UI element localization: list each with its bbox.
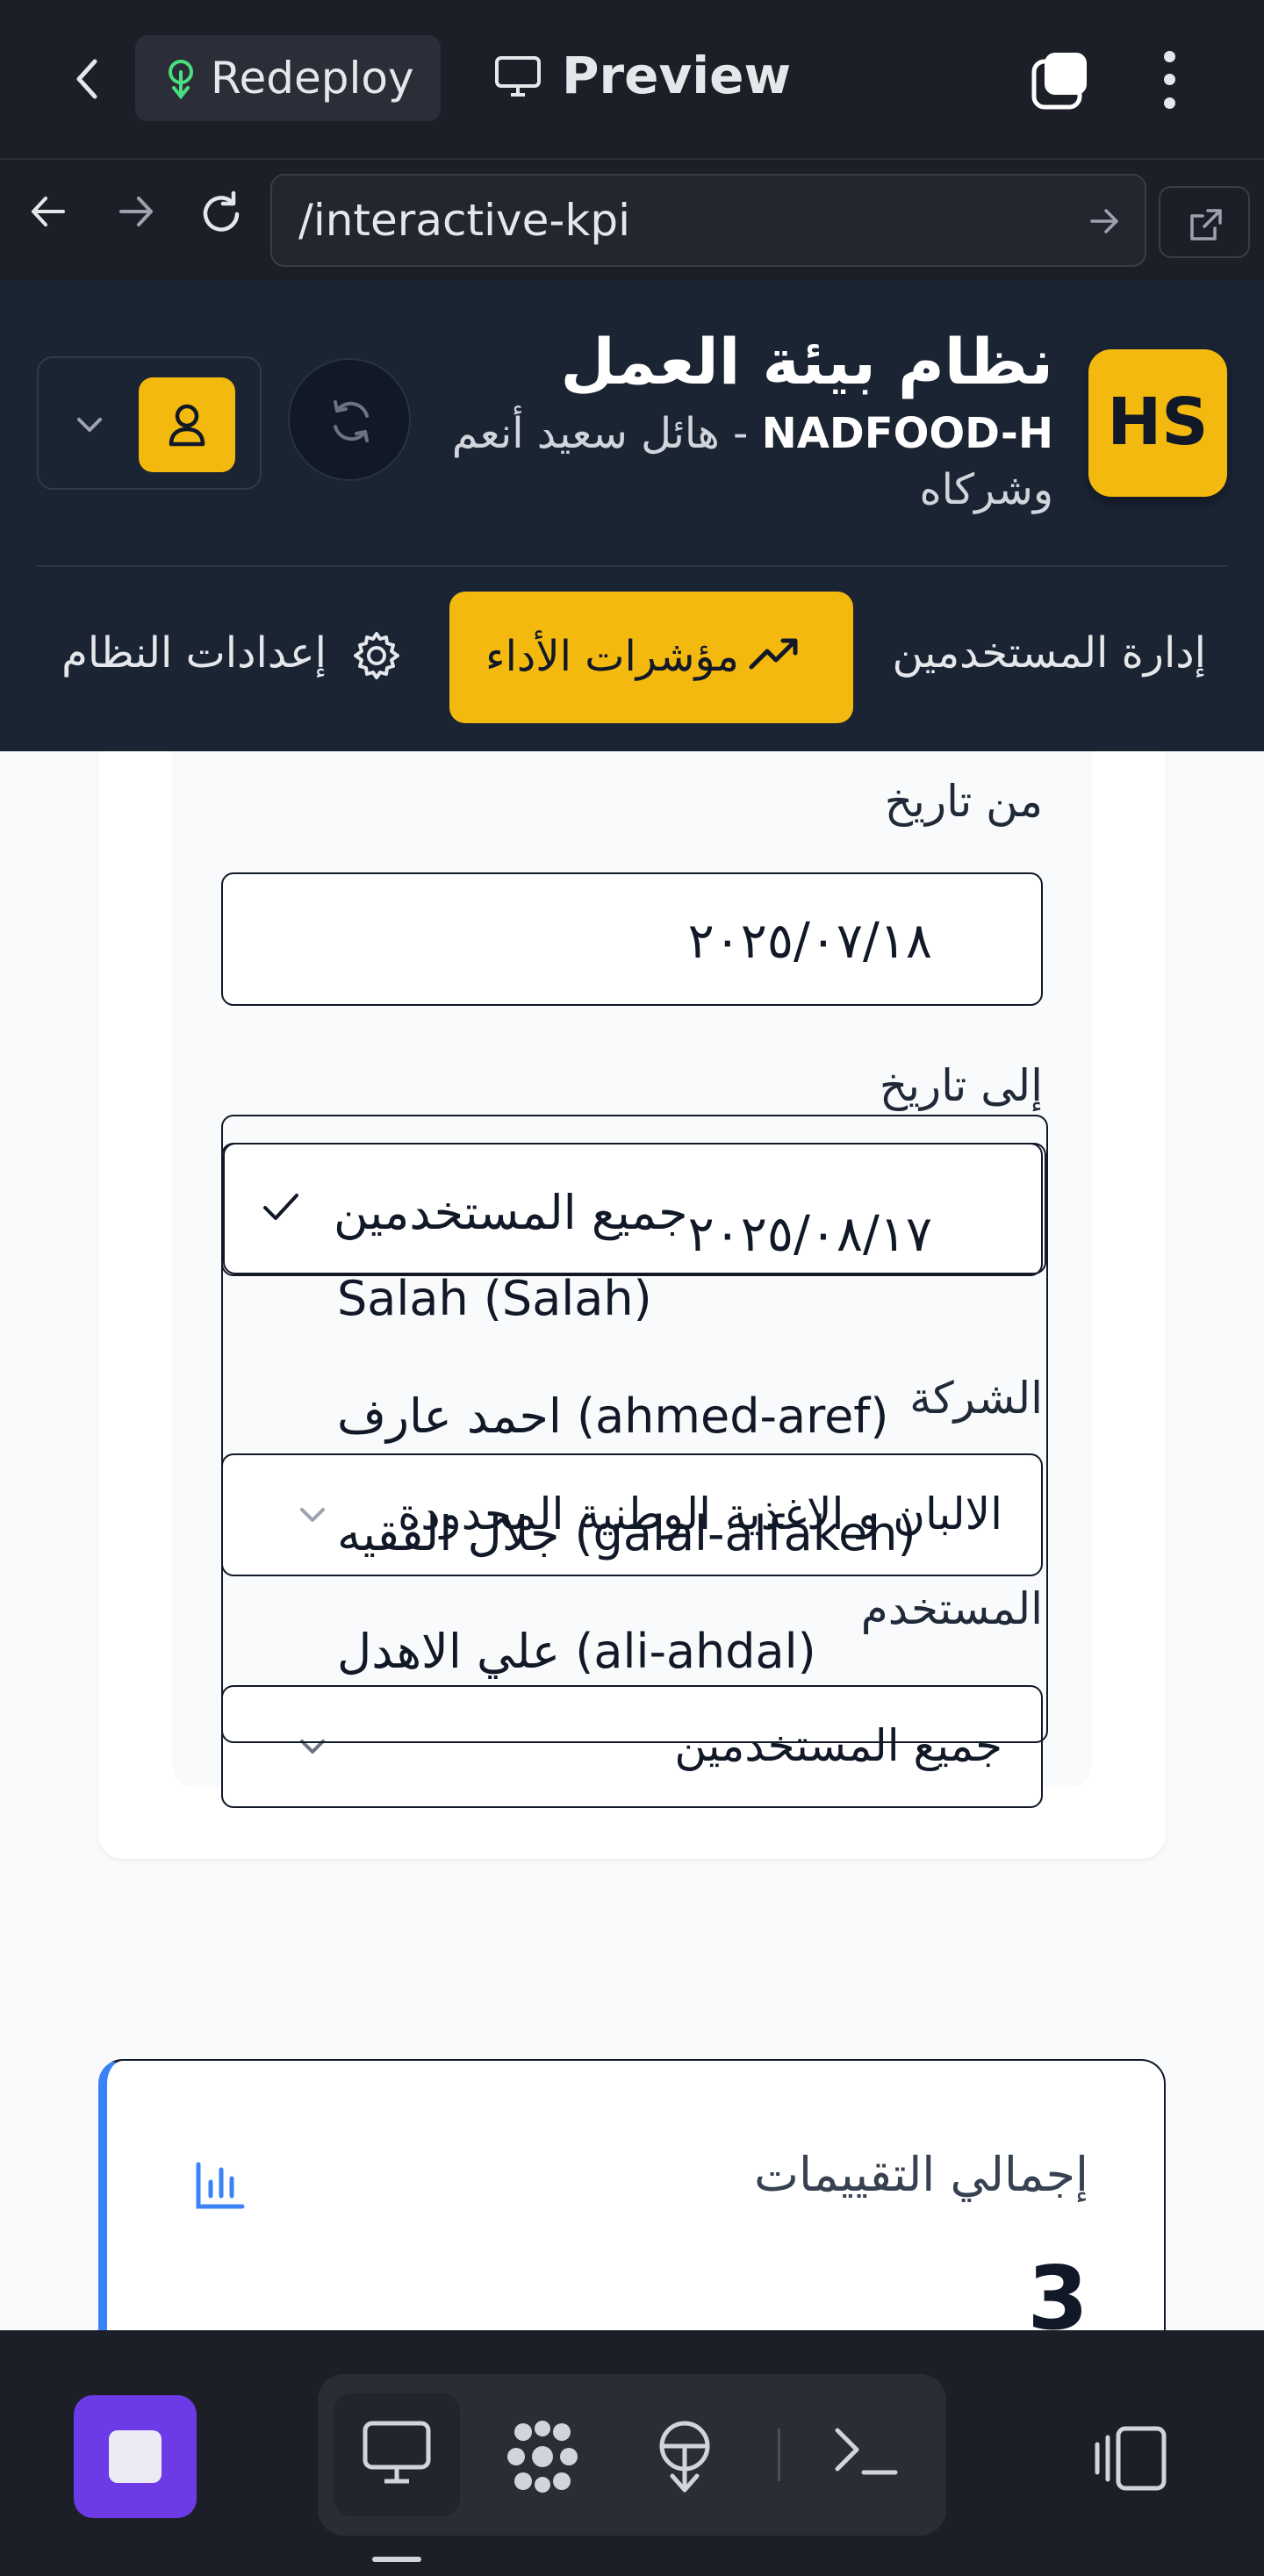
company-line-1: NADFOOD-H - هائل سعيد أنعم [452,409,1053,458]
stop-icon [109,2430,162,2483]
total-ratings-label: إجمالي التقييمات [754,2147,1088,2202]
to-date-label: إلى تاريخ [879,1060,1043,1111]
redeploy-button[interactable]: Redeploy [135,35,441,121]
back-arrow-icon[interactable] [26,190,70,233]
dropdown-option[interactable]: Salah (Salah) [337,1271,652,1326]
company-name: - هائل سعيد أنعم [451,409,762,458]
from-date-value: ٢٠٢٥/٠٧/١٨ [687,913,932,970]
company-code: NADFOOD-H [761,409,1053,458]
dropdown-option[interactable]: علي الاهدل (ali-ahdal) [337,1624,816,1679]
more-options-icon[interactable] [1157,49,1181,112]
main-content: من تاريخ ٢٠٢٥/٠٧/١٨ إلى تاريخ ٢٠٢٥/٠٨/١٧… [0,751,1264,2330]
from-date-input[interactable]: ٢٠٢٥/٠٧/١٨ [221,872,1043,1006]
redeploy-label: Redeploy [211,53,414,104]
gear-icon[interactable] [351,630,402,681]
chevron-down-icon [77,418,102,432]
toolbar-separator [778,2429,780,2481]
url-text: /interactive-kpi [298,195,630,246]
go-arrow-icon[interactable] [1087,204,1122,239]
back-chevron-icon[interactable] [68,54,107,104]
external-link-icon [1190,209,1222,240]
trending-up-icon [749,638,798,670]
open-external-button[interactable] [1159,186,1250,258]
user-icon [169,404,205,447]
checkmark-icon [263,1194,298,1220]
redeploy-icon [169,60,193,100]
monitor-icon[interactable] [362,2420,432,2486]
nav-item-kpi-label: مؤشرات الأداء [485,632,739,681]
nav-item-users[interactable]: إدارة المستخدمين [892,628,1206,678]
nav-item-settings[interactable]: إعدادات النظام [61,628,327,678]
toolbar-row: Redeploy Preview [0,0,1264,158]
from-date-label: من تاريخ [884,776,1043,827]
company-logo: HS [1088,349,1227,497]
total-ratings-card: إجمالي التقييمات 3 [98,2059,1166,2330]
url-input[interactable]: /interactive-kpi [270,174,1146,267]
refresh-icon [334,400,369,442]
forward-arrow-icon[interactable] [114,190,158,233]
deploy-icon[interactable] [653,2420,716,2493]
stop-button[interactable] [74,2395,197,2518]
refresh-button[interactable] [288,358,411,481]
bottom-toolbar [0,2330,1264,2576]
agents-icon[interactable] [504,2420,581,2493]
dropdown-option: جميع المستخدمين [334,1185,688,1240]
app-header: HS نظام بيئة العمل NADFOOD-H - هائل سعيد… [0,281,1264,751]
bar-chart-icon [196,2162,245,2209]
header-divider [37,565,1227,567]
user-menu-button[interactable] [37,356,262,490]
total-ratings-value: 3 [1027,2247,1088,2330]
logo-text: HS [1107,384,1209,460]
dropdown-option-selected[interactable]: جميع المستخدمين [223,1143,1046,1274]
panel-toggle-icon[interactable] [1094,2425,1167,2492]
nav-item-kpi[interactable]: مؤشرات الأداء [449,592,853,723]
tool-switcher [318,2374,946,2536]
browser-toolbar: Redeploy Preview [0,0,1264,158]
system-title: نظام بيئة العمل [560,325,1053,398]
avatar [139,377,235,472]
address-bar-row: /interactive-kpi [0,158,1264,281]
dropdown-option[interactable]: جلال الفقيه (galal-alfakeh) [337,1506,916,1561]
terminal-icon[interactable] [832,2420,899,2481]
tabs-icon[interactable] [1029,49,1092,112]
preview-title: Preview [562,46,792,105]
home-indicator [372,2557,421,2562]
dropdown-option[interactable]: احمد عارف (ahmed-aref) [337,1388,888,1444]
reload-icon[interactable] [197,190,246,239]
company-line-2: وشركاه [919,465,1053,514]
user-dropdown-list[interactable]: جميع المستخدمين Salah (Salah) احمد عارف … [221,1115,1048,1743]
monitor-icon [495,56,541,97]
